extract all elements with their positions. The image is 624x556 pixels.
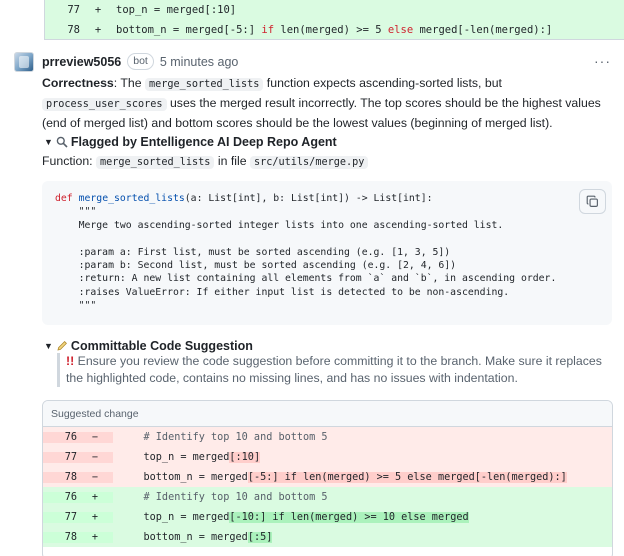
line-code: # Identify top 10 and bottom 5: [113, 432, 612, 443]
changed-text: [:10]: [229, 451, 261, 463]
line-number: 76: [43, 431, 77, 443]
changed-text: [:5]: [247, 531, 273, 543]
added-line: 78 + bottom_n = merged[:5]: [43, 527, 612, 547]
diff-sign: −: [77, 451, 113, 463]
suggestion-title: Committable Code Suggestion: [70, 339, 253, 353]
function-name: merge_sorted_lists: [96, 156, 215, 169]
diff-code: top_n = merged[:10]: [116, 4, 237, 16]
triangle-down-icon: ▼: [44, 137, 53, 147]
added-line: 77 + top_n = merged[-10:] if len(merged) …: [43, 507, 612, 527]
magnifier-icon: [56, 136, 68, 148]
line-code: bottom_n = merged[-5:] if len(merged) >=…: [113, 471, 612, 483]
file-path: src/utils/merge.py: [249, 156, 369, 169]
comment-body: Correctness: The merge_sorted_lists func…: [42, 74, 617, 132]
code-text: bottom_n = merged[-5:]: [116, 24, 262, 36]
diff-sign: −: [77, 471, 113, 483]
changed-text: [-5:] if len(merged) >= 5 else merged[-l…: [247, 471, 567, 483]
code-text: bottom_n = merged: [119, 531, 248, 543]
function-line: Function: merge_sorted_lists in file src…: [42, 152, 369, 172]
deleted-line: 77− top_n = merged[:10]: [43, 447, 612, 467]
in-file-label: in file: [217, 154, 247, 168]
line-number: 77: [43, 511, 77, 523]
code-function-name: merge_sorted_lists: [78, 193, 185, 204]
previous-diff-block: 77 + top_n = merged[:10] 78 + bottom_n =…: [44, 0, 624, 40]
diff-sign: +: [77, 491, 113, 503]
timestamp[interactable]: 5 minutes ago: [160, 55, 239, 69]
line-number: 78: [43, 531, 77, 543]
diff-sign: +: [94, 4, 102, 16]
code-block: def merge_sorted_lists(a: List[int], b: …: [42, 181, 612, 325]
review-notice: !! Ensure you review the code suggestion…: [57, 353, 612, 387]
bot-badge: bot: [127, 53, 154, 70]
author-name[interactable]: prreview5056: [42, 55, 121, 69]
line-number: 77: [67, 4, 80, 16]
line-number: 78: [43, 471, 77, 483]
code-comment: # Identify top 10 and bottom 5: [119, 431, 328, 443]
correctness-label: Correctness: [42, 76, 114, 90]
changed-text: [-10:] if len(merged) >= 10 else merged: [229, 511, 469, 523]
body-text: function expects ascending-sorted lists,…: [263, 76, 502, 90]
line-code: # Identify top 10 and bottom 5: [113, 492, 612, 503]
suggestion-rows: 76− # Identify top 10 and bottom 5 77− to…: [43, 427, 612, 547]
code-comment: # Identify top 10 and bottom 5: [119, 491, 328, 503]
diff-sign: +: [94, 24, 102, 36]
triangle-down-icon: ▼: [44, 341, 53, 351]
function-label: Function:: [42, 154, 93, 168]
comment-header: prreview5056 bot 5 minutes ago: [42, 53, 238, 70]
pencil-icon: [57, 341, 67, 351]
copy-button[interactable]: [579, 189, 606, 214]
line-number: 77: [43, 451, 77, 463]
flagged-title: Flagged by Entelligence AI Deep Repo Age…: [70, 135, 337, 149]
line-number: 76: [43, 491, 77, 503]
diff-row: 77 + top_n = merged[:10]: [45, 0, 624, 20]
diff-code: bottom_n = merged[-5:] if len(merged) >=…: [116, 24, 624, 36]
double-exclamation-icon: !!: [66, 354, 75, 368]
diff-sign: +: [77, 531, 113, 543]
copy-icon: [586, 195, 598, 207]
diff-row: 78 + bottom_n = merged[-5:] if len(merge…: [45, 20, 624, 40]
suggestion-details-toggle[interactable]: ▼ Committable Code Suggestion: [44, 339, 253, 353]
code-text: merged[-len(merged):]: [413, 24, 553, 36]
diff-sign: +: [77, 511, 113, 523]
flagged-details-toggle[interactable]: ▼ Flagged by Entelligence AI Deep Repo A…: [44, 135, 337, 149]
code-text: top_n = merged: [119, 511, 230, 523]
code-content: def merge_sorted_lists(a: List[int], b: …: [55, 192, 599, 313]
suggested-change-label: Suggested change: [43, 401, 612, 427]
keyword-else: else: [387, 24, 414, 36]
code-text: bottom_n = merged: [119, 471, 248, 483]
keyword-def: def: [55, 193, 73, 204]
line-number: 78: [67, 24, 80, 36]
keyword-if: if: [261, 24, 275, 36]
avatar[interactable]: [14, 52, 34, 72]
line-code: top_n = merged[-10:] if len(merged) >= 1…: [113, 511, 612, 523]
code-text: len(merged) >= 5: [274, 24, 388, 36]
notice-text: Ensure you review the code suggestion be…: [66, 354, 602, 385]
line-code: bottom_n = merged[:5]: [113, 531, 612, 543]
more-options-icon[interactable]: ···: [594, 53, 611, 69]
code-text: top_n = merged: [119, 451, 230, 463]
inline-code: process_user_scores: [42, 98, 167, 111]
line-code: top_n = merged[:10]: [113, 451, 612, 463]
deleted-line: 78− bottom_n = merged[-5:] if len(merged…: [43, 467, 612, 487]
suggested-change-box: Suggested change 76− # Identify top 10 a…: [42, 400, 613, 556]
inline-code: merge_sorted_lists: [144, 78, 264, 91]
added-line: 76 + # Identify top 10 and bottom 5: [43, 487, 612, 507]
diff-sign: −: [77, 431, 113, 443]
body-text: : The: [113, 76, 145, 90]
code-body: (a: List[int], b: List[int]) -> List[int…: [78, 193, 557, 312]
deleted-line: 76− # Identify top 10 and bottom 5: [43, 427, 612, 447]
